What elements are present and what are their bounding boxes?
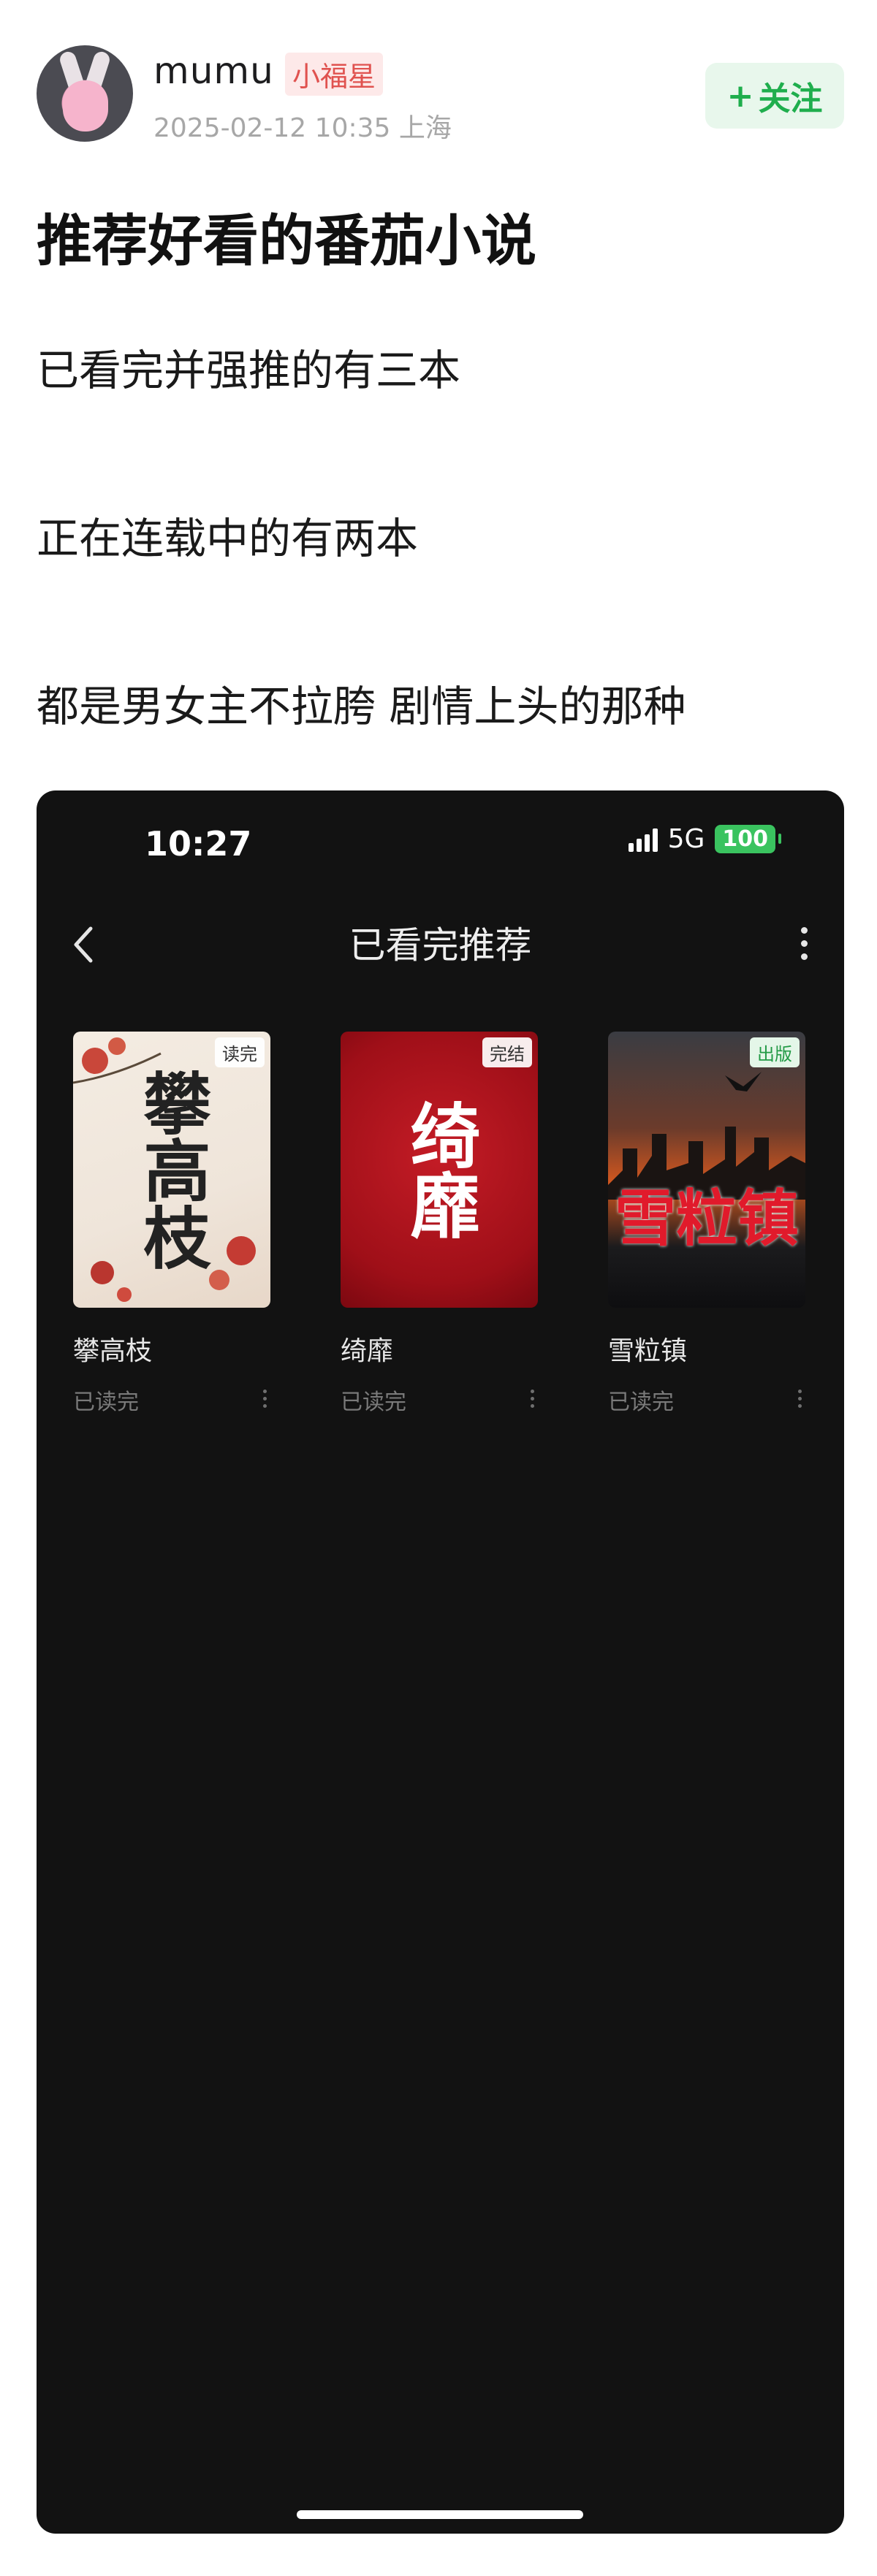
book-status-label: 已读完 <box>608 1390 674 1415</box>
home-indicator[interactable] <box>297 2510 583 2519</box>
follow-label: 关注 <box>758 80 823 118</box>
battery-icon: 100 <box>715 825 781 853</box>
cover-title-art: 绮靡 <box>398 1100 481 1240</box>
book-status: 已读完 <box>73 1384 270 1416</box>
book-card[interactable]: 雪粒镇 出版 雪粒镇 已读完 <box>608 1032 805 1416</box>
cover-title-art: 攀高枝 <box>132 1069 211 1270</box>
book-cover[interactable]: 雪粒镇 出版 <box>608 1032 805 1308</box>
book-cover[interactable]: 绮靡 完结 <box>341 1032 538 1308</box>
network-label: 5G <box>667 824 705 854</box>
embedded-screenshot[interactable]: 10:27 5G 100 已看完推荐 攀高枝 读完 攀高枝 已读完 绮靡 完结 … <box>37 790 844 2534</box>
more-vertical-icon[interactable] <box>263 1390 267 1408</box>
more-vertical-icon[interactable] <box>793 918 815 969</box>
book-status: 已读完 <box>341 1384 538 1416</box>
post-header: mumu 小福星 2025-02-12 10:35 上海 + 关注 <box>37 45 844 148</box>
post-line: 都是男女主不拉胯 剧情上头的那种 <box>37 682 686 731</box>
book-title[interactable]: 绮靡 <box>341 1330 538 1368</box>
cover-tag: 读完 <box>215 1037 265 1067</box>
avatar[interactable] <box>37 45 133 142</box>
post-title: 推荐好看的番茄小说 <box>37 208 536 273</box>
book-card[interactable]: 绮靡 完结 绮靡 已读完 <box>341 1032 538 1416</box>
post-meta: 2025-02-12 10:35 上海 <box>153 113 452 143</box>
status-bar-right: 5G 100 <box>628 824 781 854</box>
plus-icon: + <box>726 77 754 115</box>
signal-icon <box>628 827 658 852</box>
cover-tag: 完结 <box>482 1037 532 1067</box>
book-status: 已读完 <box>608 1384 805 1416</box>
cover-tag: 出版 <box>750 1037 800 1067</box>
book-cover[interactable]: 攀高枝 读完 <box>73 1032 270 1308</box>
book-title[interactable]: 攀高枝 <box>73 1330 270 1368</box>
post-line: 正在连载中的有两本 <box>37 514 419 563</box>
book-card[interactable]: 攀高枝 读完 攀高枝 已读完 <box>73 1032 270 1416</box>
book-status-label: 已读完 <box>73 1390 139 1415</box>
follow-button[interactable]: + 关注 <box>705 63 844 129</box>
cover-title-art: 雪粒镇 <box>614 1181 799 1254</box>
avatar-face <box>63 80 108 132</box>
more-vertical-icon[interactable] <box>531 1390 535 1408</box>
username[interactable]: mumu <box>153 50 274 92</box>
book-title[interactable]: 雪粒镇 <box>608 1330 805 1368</box>
more-vertical-icon[interactable] <box>798 1390 802 1408</box>
post-line: 已看完并强推的有三本 <box>37 346 461 395</box>
status-time: 10:27 <box>145 824 252 864</box>
book-status-label: 已读完 <box>341 1390 406 1415</box>
nav-title: 已看完推荐 <box>349 924 532 967</box>
user-badge: 小福星 <box>285 53 384 96</box>
